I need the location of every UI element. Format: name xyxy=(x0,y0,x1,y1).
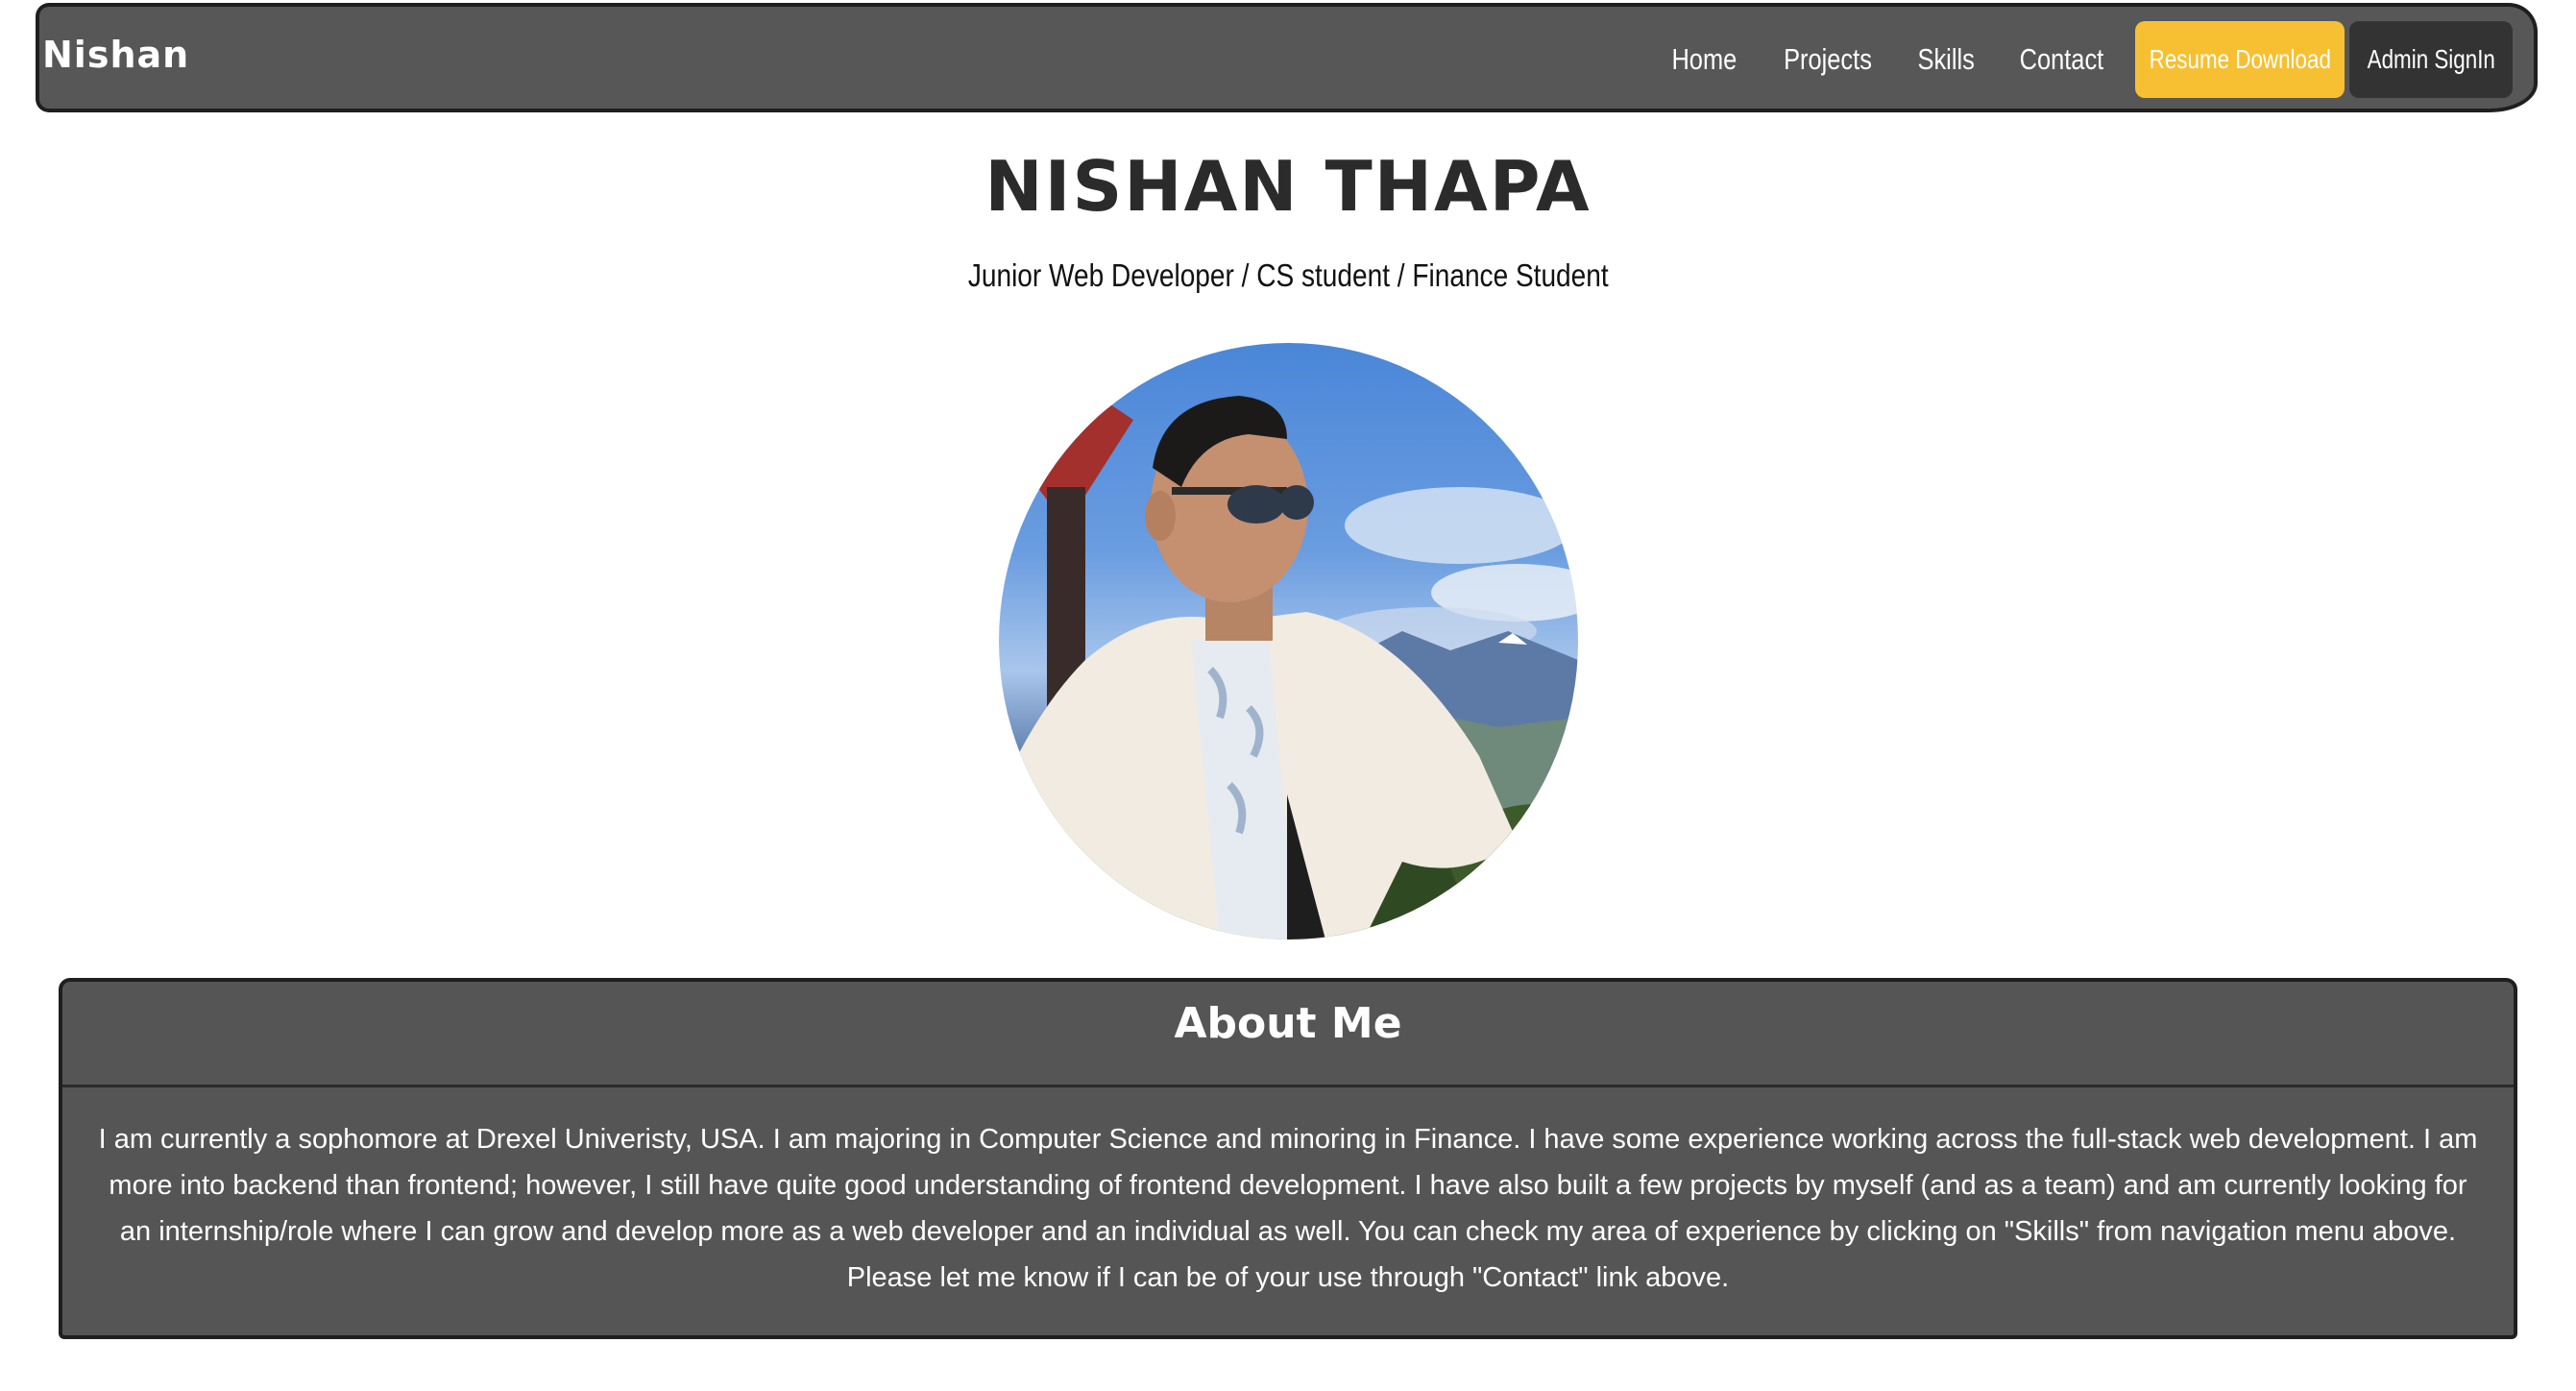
hero-subtitle-text: Junior Web Developer / CS student / Fina… xyxy=(967,257,1609,293)
nav-link-contact[interactable]: Contact xyxy=(2020,42,2104,77)
profile-photo-illustration xyxy=(999,396,1578,940)
nav-links: Home Projects Skills Contact Resume Down… xyxy=(1665,21,2513,98)
about-text: I am currently a sophomore at Drexel Uni… xyxy=(98,1124,2478,1293)
resume-download-button[interactable]: Resume Download xyxy=(2135,21,2345,98)
nav-link-home[interactable]: Home xyxy=(1672,42,1738,77)
nav-link-projects[interactable]: Projects xyxy=(1784,42,1872,77)
admin-signin-label: Admin SignIn xyxy=(2367,44,2495,74)
brand-logo[interactable]: Nishan xyxy=(42,34,189,76)
page-title: NISHAN THAPA xyxy=(984,146,1592,227)
resume-download-label: Resume Download xyxy=(2149,44,2331,74)
hero-subtitle: Junior Web Developer / CS student / Fina… xyxy=(0,257,2576,294)
profile-photo xyxy=(999,343,1578,940)
nav-link-skills[interactable]: Skills xyxy=(1917,42,1974,77)
about-title: About Me xyxy=(1174,999,1402,1048)
navbar: Nishan Home Projects Skills Contact Resu… xyxy=(36,3,2538,112)
about-section: About Me I am currently a sophomore at D… xyxy=(59,978,2517,1339)
about-divider xyxy=(62,1085,2514,1087)
admin-signin-button[interactable]: Admin SignIn xyxy=(2349,21,2513,98)
